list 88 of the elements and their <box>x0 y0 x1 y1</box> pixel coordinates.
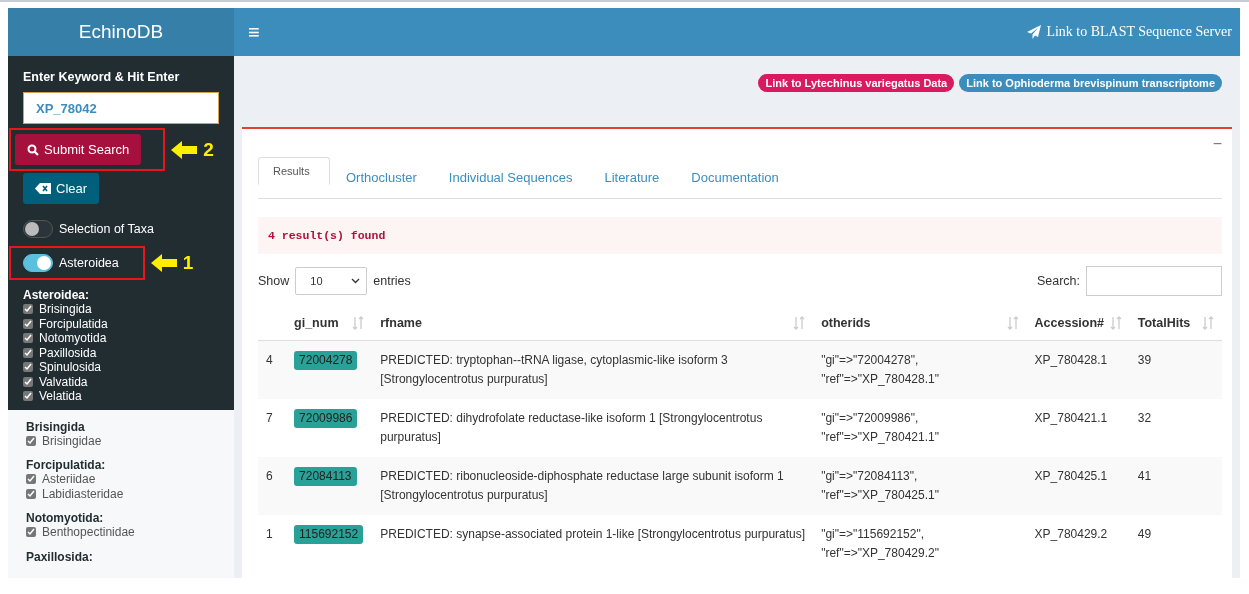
tab[interactable]: Documentation <box>675 157 795 198</box>
column-header[interactable]: rfname <box>380 316 422 330</box>
clear-button[interactable]: Clear <box>23 173 100 204</box>
entries-label: entries <box>373 274 411 288</box>
group-title: Brisingida <box>26 419 86 434</box>
checkbox[interactable] <box>23 347 33 358</box>
arrow-icon <box>150 254 177 272</box>
checkbox-item[interactable]: Asteriidae <box>26 472 216 487</box>
toggle-label: Asteroidea <box>59 256 119 270</box>
paper-plane-icon <box>1027 25 1042 39</box>
brand-title: EchinoDB <box>8 8 234 56</box>
checkbox[interactable] <box>26 435 36 446</box>
column-header[interactable]: Accession# <box>1034 316 1105 330</box>
table-cell: "gi"=>"72004278", "ref"=>"XP_780428.1" <box>821 353 939 386</box>
caret-icon <box>351 278 361 284</box>
column-header[interactable]: TotalHits <box>1137 316 1191 330</box>
group-title: Notomyotida: <box>26 511 105 525</box>
table-cell: PREDICTED: ribonucleoside-diphosphate reductase large subunit isoform 1 [Strongylocentrotus purpuratus] <box>380 469 784 502</box>
checkbox[interactable] <box>26 474 36 485</box>
tab[interactable]: Individual Sequences <box>432 157 589 198</box>
checkbox[interactable] <box>23 391 33 402</box>
checkbox-item[interactable]: Valvatida <box>23 374 234 389</box>
backspace-icon <box>35 183 51 194</box>
group-title: Paxillosida: <box>26 549 94 564</box>
table-cell: 39 <box>1137 353 1152 367</box>
gi-number-tag[interactable]: 72004278 <box>294 351 358 370</box>
page-size-select[interactable]: 10 <box>295 267 368 295</box>
callout-number: 1 <box>182 252 194 274</box>
checkbox-item[interactable]: Forcipulatida <box>23 316 234 331</box>
checkbox-item[interactable]: Notomyotida <box>23 331 234 346</box>
blast-link[interactable]: Link to BLAST Sequence Server <box>1027 24 1232 40</box>
checkbox[interactable] <box>23 304 33 315</box>
search-label: Enter Keyword & Hit Enter <box>23 70 181 84</box>
table-cell: 7 <box>266 411 273 425</box>
table-cell: 1 <box>266 527 273 541</box>
checkbox-item[interactable]: Velatida <box>23 389 234 404</box>
checkbox-item[interactable]: Brisingidae <box>26 433 216 448</box>
result-message: 4 result(s) found <box>258 217 1222 254</box>
checkbox[interactable] <box>23 333 33 344</box>
tab[interactable]: Results <box>258 157 330 185</box>
tab[interactable]: Literature <box>588 157 676 198</box>
arrow-icon <box>171 140 198 159</box>
table-cell: "gi"=>"115692152", "ref"=>"XP_780429.2" <box>821 527 939 560</box>
checkbox-item[interactable]: Paxillosida <box>23 345 234 360</box>
toggle-switch[interactable] <box>23 220 53 238</box>
checkbox[interactable] <box>23 362 33 373</box>
checkbox[interactable] <box>26 527 36 538</box>
table-cell: PREDICTED: tryptophan--tRNA ligase, cytoplasmic-like isoform 3 [Strongylocentrotus purpuratus] <box>380 353 728 386</box>
table-cell: PREDICTED: dihydrofolate reductase-like isoform 1 [Strongylocentrotus purpuratus] <box>380 411 763 444</box>
checkbox[interactable] <box>23 318 33 329</box>
column-header[interactable]: otherids <box>821 316 871 330</box>
table-cell: PREDICTED: synapse-associated protein 1-like [Strongylocentrotus purpuratus] <box>380 527 806 541</box>
table-cell: 32 <box>1137 411 1152 425</box>
table-cell: XP_780425.1 <box>1034 469 1108 483</box>
gi-number-tag[interactable]: 72009986 <box>294 409 358 428</box>
table-cell: "gi"=>"72009986", "ref"=>"XP_780421.1" <box>821 411 939 444</box>
table-cell: "gi"=>"72084113", "ref"=>"XP_780425.1" <box>821 469 939 502</box>
search-label: Search: <box>1036 274 1080 288</box>
search-icon <box>27 143 39 156</box>
callout-number: 2 <box>203 138 214 161</box>
gi-number-tag[interactable]: 72084113 <box>294 467 357 486</box>
table-cell: 6 <box>266 469 273 483</box>
tab[interactable]: Orthocluster <box>330 157 433 198</box>
table-cell: 49 <box>1137 527 1152 541</box>
group-title: Forcipulatida: <box>26 458 107 472</box>
checkbox-item[interactable]: Benthopectinidae <box>26 525 216 540</box>
checkbox[interactable] <box>23 376 33 387</box>
gi-number-tag[interactable]: 115692152 <box>294 525 364 544</box>
link-badge[interactable]: Link to Ophioderma brevispinum transcriptome <box>959 74 1222 92</box>
toggle-switch[interactable] <box>23 254 53 272</box>
keyword-field[interactable]: XP_78042 <box>23 92 219 124</box>
column-header[interactable]: gi_num <box>294 316 339 330</box>
table-cell: XP_780429.2 <box>1034 527 1108 541</box>
checkbox-item[interactable]: Brisingida <box>23 302 234 317</box>
toggle-label: Selection of Taxa <box>59 222 154 236</box>
checkbox[interactable] <box>26 488 36 499</box>
table-cell: XP_780428.1 <box>1034 353 1108 367</box>
table-cell: XP_780421.1 <box>1034 411 1108 425</box>
checkbox-item[interactable]: Spinulosida <box>23 360 234 375</box>
collapse-button[interactable]: − <box>1212 135 1222 153</box>
table-cell: 4 <box>266 353 273 367</box>
show-label: Show <box>258 274 290 288</box>
submit-search-button[interactable]: Submit Search <box>15 134 142 165</box>
link-badge[interactable]: Link to Lytechinus variegatus Data <box>758 74 955 92</box>
table-cell: 41 <box>1137 469 1152 483</box>
checkbox-item[interactable]: Labidiasteridae <box>26 486 216 501</box>
group-title: Asteroidea: <box>23 288 91 302</box>
search-field[interactable] <box>1086 266 1222 296</box>
